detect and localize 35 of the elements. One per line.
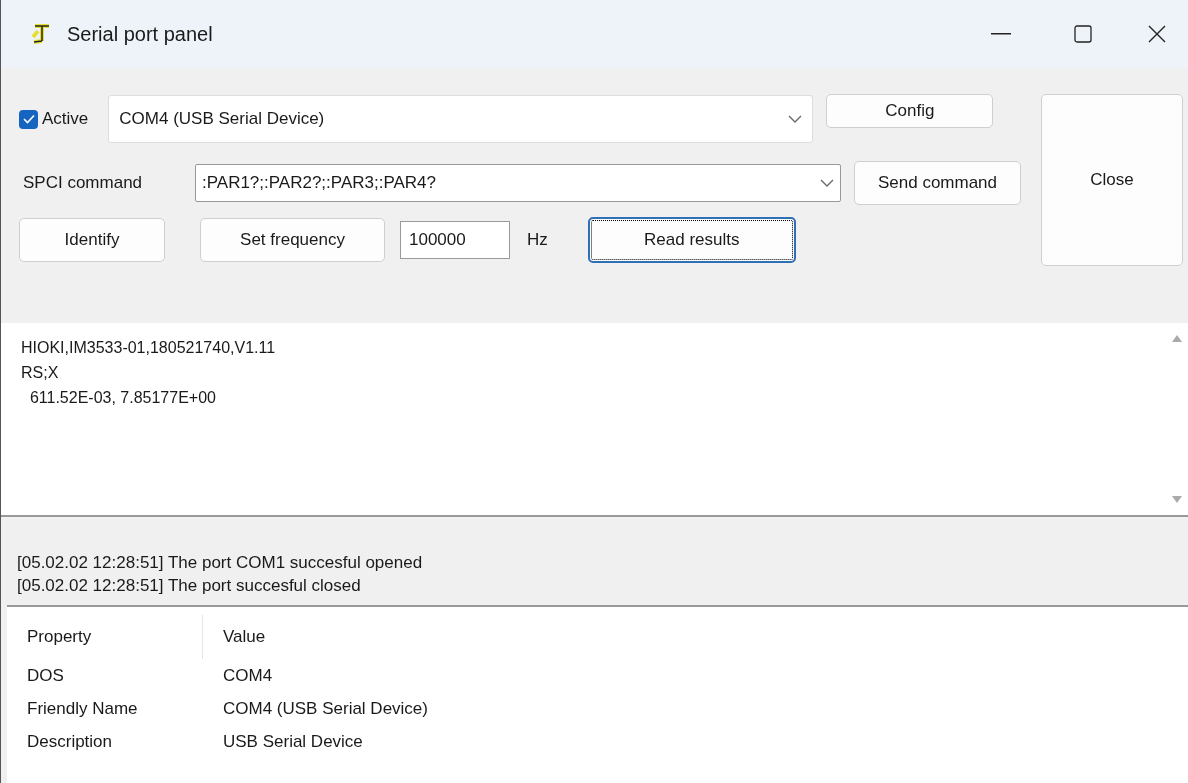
frequency-field[interactable]: 100000 xyxy=(400,221,510,259)
table-cell: DOS xyxy=(27,665,64,685)
table-cell: COM4 (USB Serial Device) xyxy=(223,698,428,718)
maximize-icon xyxy=(1074,25,1092,43)
active-checkbox[interactable] xyxy=(19,109,38,129)
table-cell: COM4 xyxy=(223,665,273,685)
chevron-down-icon xyxy=(820,179,834,187)
output-line: HIOKI,IM3533-01,180521740,V1.11 xyxy=(21,338,276,358)
command-dropdown[interactable]: :PAR1?;:PAR2?;:PAR3;:PAR4? xyxy=(195,164,841,202)
column-header[interactable]: Value xyxy=(223,624,266,650)
window-title: Serial port panel xyxy=(67,22,213,47)
read-results-button[interactable]: Read results xyxy=(587,217,796,263)
log-line: [05.02.02 12:28:51] The port succesful closed xyxy=(17,575,361,597)
output-line: RS;X xyxy=(21,363,59,383)
output-line: 611.52E-03, 7.85177E+00 xyxy=(28,388,216,408)
column-header[interactable]: Property xyxy=(27,624,92,650)
send-command-button[interactable]: Send command xyxy=(854,161,1021,205)
minimize-icon xyxy=(991,33,1011,35)
identify-button[interactable]: Identify xyxy=(19,218,165,262)
chevron-down-icon xyxy=(788,115,803,123)
scroll-up-icon xyxy=(1172,335,1182,342)
table-cell: Description xyxy=(27,731,113,751)
scroll-down-icon xyxy=(1172,496,1182,503)
close-button[interactable]: Close xyxy=(1041,94,1183,266)
table-cell: USB Serial Device xyxy=(223,731,363,751)
config-button[interactable]: Config xyxy=(826,94,994,128)
table-cell: Friendly Name xyxy=(27,698,138,718)
log-line: [05.02.02 12:28:51] The port COM1 succesful opened xyxy=(17,552,423,574)
unit-label: Hz xyxy=(527,229,548,252)
command-label: SPCI command xyxy=(22,172,144,195)
close-icon xyxy=(1148,25,1166,43)
active-label: Active xyxy=(42,108,89,131)
port-dropdown[interactable]: COM4 (USB Serial Device) xyxy=(108,95,814,143)
set-frequency-button[interactable]: Set frequency xyxy=(200,218,385,262)
check-icon xyxy=(22,114,35,124)
